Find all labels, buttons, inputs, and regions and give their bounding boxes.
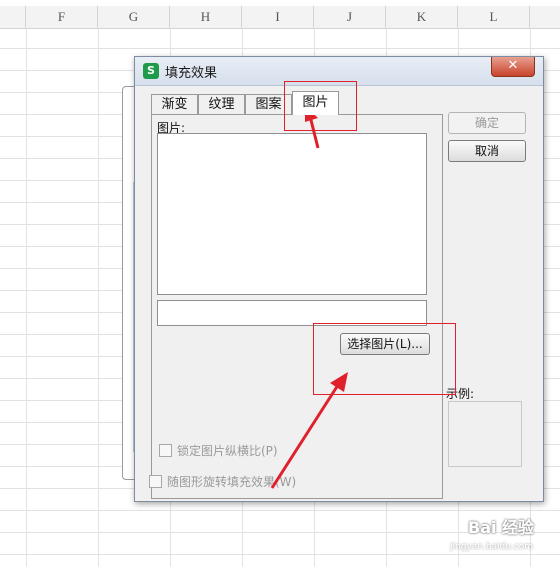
watermark-text: Bai 经验 (468, 518, 535, 537)
watermark-url: jingyan.baidu.com (450, 542, 534, 552)
baidu-jingyan-watermark: Bai 经验 jingyan.baidu.com (436, 506, 560, 566)
tab-picture[interactable]: 图片 (292, 91, 339, 115)
arrow-to-select-button (270, 372, 348, 489)
annotation-arrows (270, 106, 348, 489)
